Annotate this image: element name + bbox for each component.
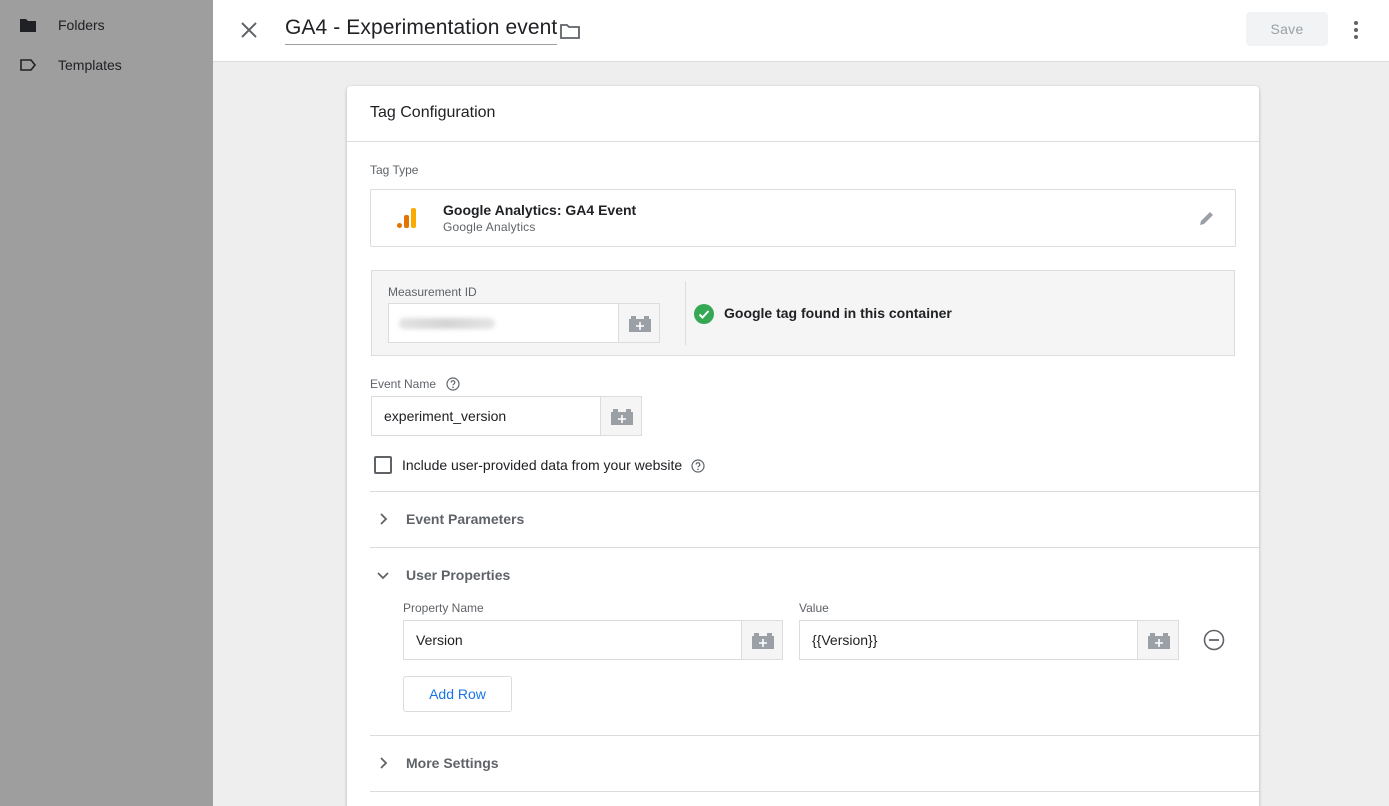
divider [347, 141, 1259, 142]
label-icon [20, 59, 37, 71]
sidebar-item-folders[interactable]: Folders [0, 9, 213, 41]
sidebar: Folders Templates [0, 0, 213, 806]
redacted-value [399, 318, 495, 329]
user-data-checkbox[interactable] [374, 456, 392, 474]
property-value-header: Value [799, 601, 829, 615]
more-vert-icon[interactable] [1344, 18, 1368, 42]
chevron-right-icon [380, 757, 388, 769]
google-analytics-icon [397, 208, 416, 228]
help-icon[interactable] [446, 377, 460, 391]
tag-configuration-card: Tag Configuration Tag Type Google Analyt… [347, 86, 1259, 806]
save-button[interactable]: Save [1246, 12, 1328, 46]
divider [370, 791, 1259, 792]
tag-type-selector[interactable]: Google Analytics: GA4 Event Google Analy… [370, 189, 1236, 247]
event-name-label: Event Name [370, 377, 437, 391]
sidebar-item-label: Templates [58, 57, 122, 73]
measurement-id-input[interactable] [388, 303, 619, 343]
folder-outline-icon[interactable] [559, 20, 581, 42]
variable-brick-icon [611, 409, 633, 425]
property-value-input[interactable]: {{Version}} [799, 620, 1138, 660]
section-more-settings[interactable]: More Settings [370, 736, 1259, 790]
user-data-checkbox-label: Include user-provided data from your web… [402, 457, 683, 473]
variable-brick-icon [1148, 633, 1170, 649]
remove-circle-icon[interactable] [1203, 629, 1225, 651]
sidebar-item-label: Folders [58, 17, 105, 33]
section-event-parameters[interactable]: Event Parameters [370, 492, 1259, 546]
tag-name-title[interactable]: GA4 - Experimentation event [285, 16, 558, 45]
add-row-button[interactable]: Add Row [403, 676, 512, 712]
property-value-value: {{Version}} [812, 632, 878, 648]
chevron-right-icon [380, 513, 388, 525]
section-label: User Properties [406, 567, 511, 583]
measurement-id-box: Measurement ID Google tag found in this … [371, 270, 1235, 356]
divider [685, 281, 686, 345]
section-label: More Settings [406, 755, 499, 771]
help-icon[interactable] [691, 459, 705, 473]
property-name-input[interactable]: Version [403, 620, 742, 660]
editor-header: GA4 - Experimentation event Save [213, 0, 1389, 62]
chevron-down-icon [377, 572, 389, 580]
pencil-icon[interactable] [1197, 208, 1217, 228]
variable-picker-button[interactable] [1137, 620, 1179, 660]
variable-picker-button[interactable] [600, 396, 642, 436]
section-label: Event Parameters [406, 511, 525, 527]
variable-brick-icon [752, 633, 774, 649]
tag-type-label: Tag Type [370, 163, 419, 177]
event-name-value: experiment_version [384, 408, 507, 424]
google-tag-status: Google tag found in this container [724, 305, 952, 321]
variable-brick-icon [629, 316, 651, 332]
folder-icon [20, 19, 36, 32]
tag-type-vendor: Google Analytics [443, 220, 536, 234]
check-circle-icon [694, 304, 714, 324]
card-title: Tag Configuration [370, 104, 496, 121]
measurement-id-label: Measurement ID [388, 285, 477, 299]
event-name-input[interactable]: experiment_version [371, 396, 602, 436]
section-user-properties[interactable]: User Properties [370, 548, 1259, 602]
close-icon[interactable] [237, 18, 261, 42]
property-name-header: Property Name [403, 601, 484, 615]
property-name-value: Version [416, 632, 463, 648]
sidebar-item-templates[interactable]: Templates [0, 49, 213, 81]
tag-editor-panel: GA4 - Experimentation event Save Tag Con… [213, 0, 1389, 806]
tag-type-name: Google Analytics: GA4 Event [443, 202, 637, 218]
variable-picker-button[interactable] [618, 303, 660, 343]
variable-picker-button[interactable] [741, 620, 783, 660]
